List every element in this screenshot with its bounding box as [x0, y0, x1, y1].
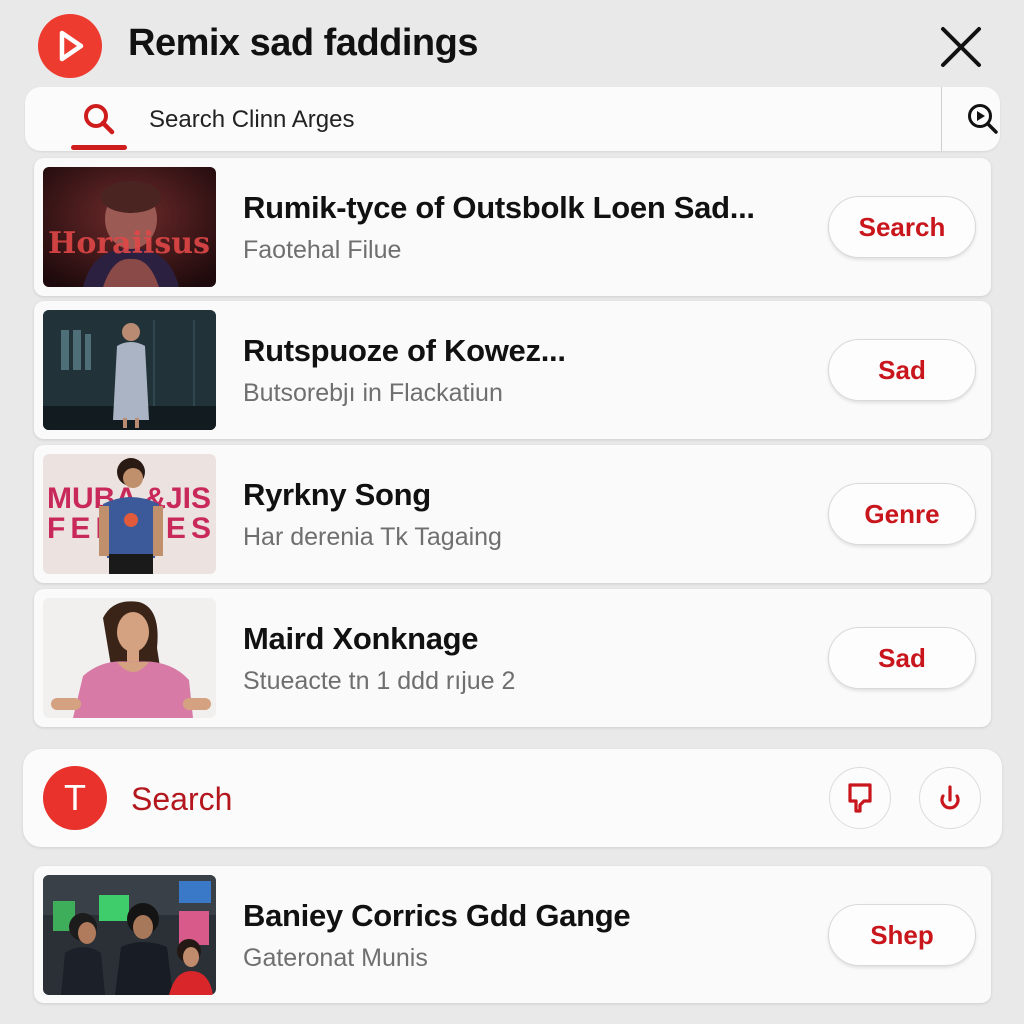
action-bar: T Search	[23, 749, 1002, 847]
result-thumbnail: MUBA &JIS FEM NES	[43, 454, 216, 574]
result-title: Baniey Corrics Gdd Gange	[243, 898, 631, 933]
result-card[interactable]: MUBA &JIS FEM NES Ryrkny Song Har dereni…	[34, 445, 991, 583]
thumbnail-image: MUBA &JIS FEM NES	[43, 454, 216, 574]
result-action-button[interactable]: Sad	[828, 339, 976, 401]
result-subtitle: Har derenia Tk Tagaing	[243, 523, 502, 551]
result-subtitle: Gateronat Munis	[243, 944, 428, 972]
video-search-icon	[968, 104, 998, 134]
result-subtitle: Butsorebjı in Flackatiun	[243, 379, 503, 407]
thumbs-down-icon	[848, 783, 872, 813]
result-thumbnail	[43, 598, 216, 718]
result-action-button[interactable]: Search	[828, 196, 976, 258]
result-title: Rutspuoze of Kowez...	[243, 333, 566, 368]
search-active-indicator	[71, 145, 127, 150]
result-card[interactable]: Maird Xonknage Stueacte tn 1 ddd rıjue 2…	[34, 589, 991, 727]
avatar[interactable]: T	[43, 766, 107, 830]
result-subtitle: Faotehal Filue	[243, 236, 402, 264]
thumbnail-text: Horaiisus	[48, 226, 210, 261]
result-card[interactable]: Horaiisus Rumik-tyce of Outsbolk Loen Sa…	[34, 158, 991, 296]
thumbnail-image	[43, 598, 216, 718]
search-input[interactable]	[149, 103, 929, 137]
result-thumbnail	[43, 310, 216, 430]
thumbs-down-button[interactable]	[829, 767, 891, 829]
close-button[interactable]	[936, 22, 986, 72]
play-icon	[59, 30, 84, 62]
page-title: Remix sad faddings	[128, 22, 478, 64]
thumbnail-image	[43, 310, 216, 430]
search-divider	[941, 87, 942, 151]
close-icon	[941, 27, 981, 67]
result-title: Rumik-tyce of Outsbolk Loen Sad...	[243, 190, 755, 225]
result-action-button[interactable]: Genre	[828, 483, 976, 545]
result-action-button[interactable]: Sad	[828, 627, 976, 689]
search-bar	[25, 87, 1000, 151]
result-thumbnail	[43, 875, 216, 995]
thumbnail-image: Horaiisus	[43, 167, 216, 287]
search-button[interactable]	[71, 101, 127, 137]
result-action-button[interactable]: Shep	[828, 904, 976, 966]
thumbnail-image	[43, 875, 216, 995]
action-bar-search-label[interactable]: Search	[131, 781, 232, 818]
app-logo[interactable]	[38, 14, 102, 78]
video-search-button[interactable]	[959, 99, 1007, 139]
result-subtitle: Stueacte tn 1 ddd rıjue 2	[243, 667, 516, 695]
result-card[interactable]: Baniey Corrics Gdd Gange Gateronat Munis…	[34, 866, 991, 1003]
result-card[interactable]: Rutspuoze of Kowez... Butsorebjı in Flac…	[34, 301, 991, 439]
result-thumbnail: Horaiisus	[43, 167, 216, 287]
power-button[interactable]	[919, 767, 981, 829]
power-icon	[940, 785, 960, 810]
result-title: Maird Xonknage	[243, 621, 479, 656]
search-icon	[84, 104, 115, 135]
result-title: Ryrkny Song	[243, 477, 431, 512]
app-header: Remix sad faddings	[0, 0, 1024, 90]
